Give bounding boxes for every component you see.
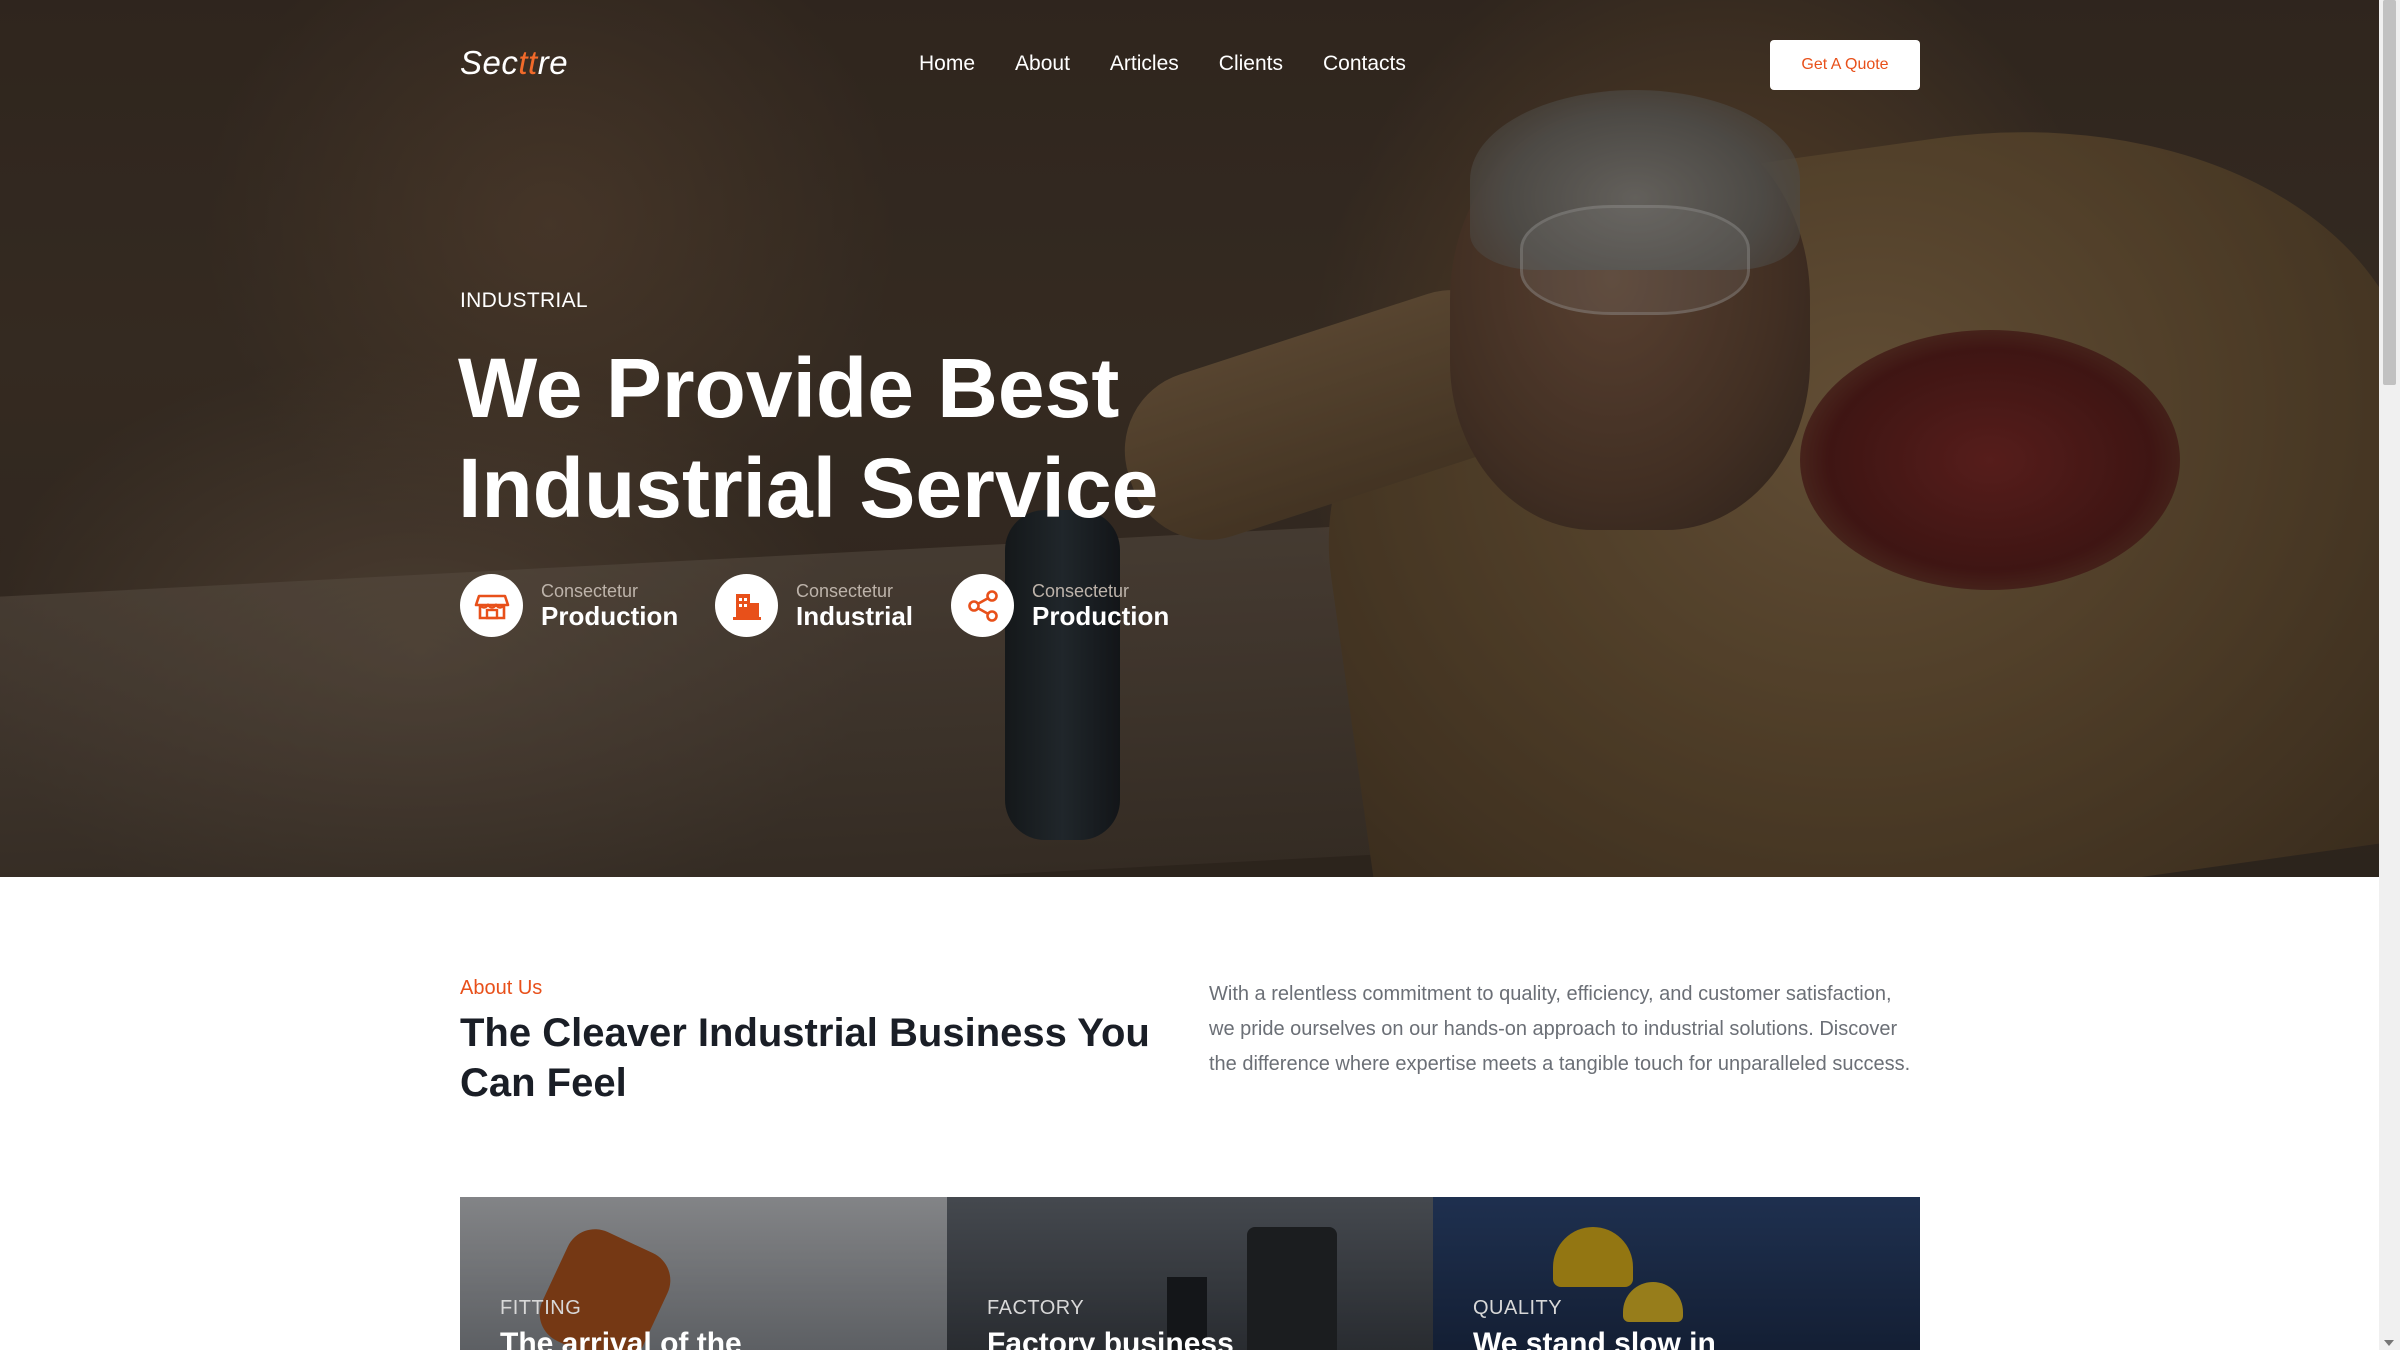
logo-text-prefix: Sec bbox=[460, 44, 519, 81]
scrollbar-thumb[interactable] bbox=[2383, 0, 2396, 385]
nav-link-contacts[interactable]: Contacts bbox=[1323, 52, 1406, 76]
hero-title: We Provide Best Industrial Service bbox=[458, 338, 1358, 538]
page-scrollbar[interactable] bbox=[2379, 0, 2400, 1350]
hero-feature-industrial: Consectetur Industrial bbox=[715, 574, 913, 637]
hero-banner: Secttre Home About Articles Clients Cont… bbox=[0, 0, 2379, 877]
card-title: Factory business bbox=[987, 1327, 1234, 1350]
service-card-fitting[interactable]: FITTING The arrival of the bbox=[460, 1197, 947, 1350]
card-title: The arrival of the bbox=[500, 1327, 742, 1350]
get-a-quote-button[interactable]: Get A Quote bbox=[1770, 40, 1920, 90]
feature-subtitle: Consectetur bbox=[1032, 580, 1130, 601]
logo-text-suffix: re bbox=[537, 44, 569, 81]
feature-subtitle: Consectetur bbox=[541, 580, 639, 601]
about-title: The Cleaver Industrial Business You Can … bbox=[460, 1011, 1150, 1105]
feature-title: Production bbox=[1032, 600, 1170, 631]
service-card-factory[interactable]: FACTORY Factory business bbox=[947, 1197, 1434, 1350]
building-icon bbox=[715, 574, 778, 637]
hero-title-line-2: Industrial Service bbox=[458, 441, 1159, 535]
store-icon bbox=[460, 574, 523, 637]
card-category: FITTING bbox=[500, 1297, 582, 1319]
card-category: FACTORY bbox=[987, 1297, 1085, 1319]
logo-text-accent: tt bbox=[518, 44, 538, 81]
service-card-quality[interactable]: QUALITY We stand slow in bbox=[1433, 1197, 1920, 1350]
about-kicker: About Us bbox=[460, 977, 543, 999]
about-description: With a relentless commitment to quality,… bbox=[1209, 983, 1911, 1075]
card-category: QUALITY bbox=[1473, 1297, 1563, 1319]
feature-subtitle: Consectetur bbox=[796, 580, 894, 601]
feature-title: Industrial bbox=[796, 600, 914, 631]
card-title: We stand slow in bbox=[1473, 1327, 1716, 1350]
main-nav: Home About Articles Clients Contacts bbox=[919, 52, 1446, 76]
hero-feature-production-2: Consectetur Production bbox=[951, 574, 1169, 637]
share-nodes-icon bbox=[951, 574, 1014, 637]
feature-title: Production bbox=[541, 600, 679, 631]
nav-link-about[interactable]: About bbox=[1015, 52, 1070, 76]
nav-link-home[interactable]: Home bbox=[919, 52, 975, 76]
hero-feature-production: Consectetur Production bbox=[460, 574, 678, 637]
site-logo[interactable]: Secttre bbox=[460, 44, 568, 82]
nav-link-articles[interactable]: Articles bbox=[1110, 52, 1179, 76]
hero-title-line-1: We Provide Best bbox=[458, 341, 1120, 435]
nav-link-clients[interactable]: Clients bbox=[1219, 52, 1283, 76]
scroll-down-arrow-icon[interactable] bbox=[2384, 1340, 2394, 1346]
hero-kicker: INDUSTRIAL bbox=[460, 289, 588, 312]
